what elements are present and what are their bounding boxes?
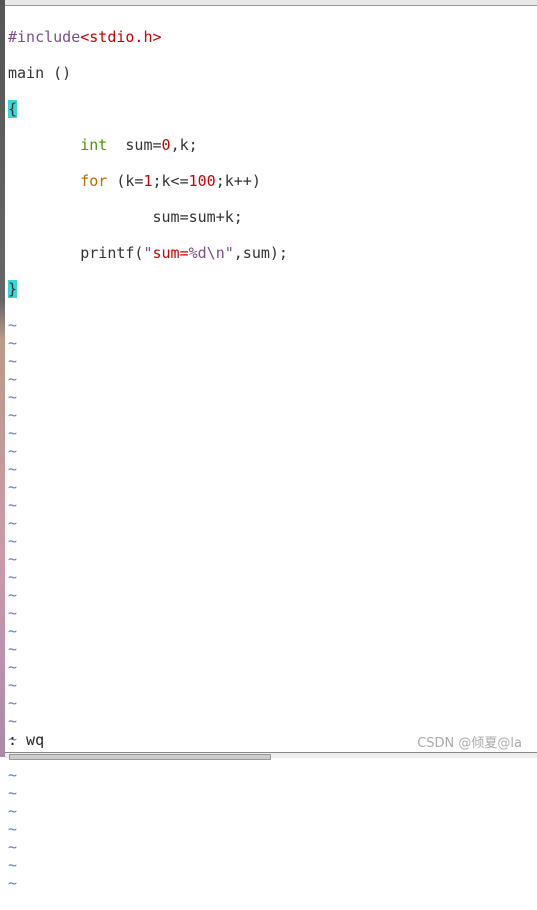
include-directive: #include	[8, 28, 81, 46]
number: 100	[188, 172, 216, 190]
empty-line-tilde: ~	[8, 658, 18, 676]
code-line-1: #include<stdio.h>	[8, 28, 288, 46]
quote: "	[143, 244, 153, 262]
number: 0	[161, 136, 171, 154]
empty-line-tilde: ~	[8, 334, 18, 352]
empty-line-tilde: ~	[8, 838, 18, 856]
code-line-7: printf("sum=%d\n",sum);	[8, 244, 288, 262]
empty-line-tilde: ~	[8, 406, 18, 424]
empty-line-tilde: ~	[8, 622, 18, 640]
string: sum=	[152, 244, 189, 262]
empty-line-tilde: ~	[8, 694, 18, 712]
code-text: ,k;	[170, 136, 198, 154]
empty-line-tilde: ~	[8, 550, 18, 568]
window-edge	[0, 0, 5, 757]
close-brace: }	[8, 280, 18, 298]
empty-line-tilde: ~	[8, 802, 18, 820]
number: 1	[143, 172, 153, 190]
empty-line-tilde: ~	[8, 730, 18, 748]
code-line-3: {	[8, 100, 288, 118]
command-line[interactable]: : wq	[8, 731, 44, 749]
code-text: (k=	[107, 172, 144, 190]
empty-line-tilde: ~	[8, 586, 18, 604]
format-specifier: %d\n	[188, 244, 225, 262]
include-header: <stdio.h>	[80, 28, 162, 46]
empty-line-tilde: ~	[8, 532, 18, 550]
horizontal-scrollbar[interactable]	[5, 752, 537, 760]
code-line-5: for (k=1;k<=100;k++)	[8, 172, 288, 190]
empty-line-tilde: ~	[8, 568, 18, 586]
code-text: ;k<=	[152, 172, 189, 190]
scrollbar-thumb[interactable]	[9, 754, 271, 760]
vim-editor[interactable]: #include<stdio.h> main () { int sum=0,k;…	[8, 10, 288, 910]
code-text: sum=	[107, 136, 162, 154]
empty-line-tilde: ~	[8, 388, 18, 406]
open-brace: {	[8, 100, 18, 118]
int-keyword: int	[80, 136, 108, 154]
quote: "	[224, 244, 234, 262]
empty-line-tilde: ~	[8, 316, 18, 334]
code-text: ;k++)	[215, 172, 261, 190]
code-text: printf(	[80, 244, 144, 262]
empty-line-tilde: ~	[8, 496, 18, 514]
empty-line-tilde: ~	[8, 820, 18, 838]
empty-line-tilde: ~	[8, 856, 18, 874]
main-decl: main ()	[8, 64, 72, 82]
empty-line-tilde: ~	[8, 604, 18, 622]
empty-line-tilde: ~	[8, 460, 18, 478]
code-line-6: sum=sum+k;	[8, 208, 288, 226]
empty-line-tilde: ~	[8, 442, 18, 460]
empty-line-tilde: ~	[8, 370, 18, 388]
watermark: CSDN @倾夏@la	[417, 736, 522, 751]
menu-bar	[5, 0, 537, 6]
empty-line-tilde: ~	[8, 712, 18, 730]
empty-line-tilde: ~	[8, 676, 18, 694]
empty-line-tilde: ~	[8, 352, 18, 370]
empty-line-tilde: ~	[8, 874, 18, 892]
empty-line-tilde: ~	[8, 478, 18, 496]
code-line-2: main ()	[8, 64, 288, 82]
code-text: sum=sum+k;	[152, 208, 243, 226]
code-line-4: int sum=0,k;	[8, 136, 288, 154]
code-line-8: }	[8, 280, 288, 298]
empty-line-tilde: ~	[8, 784, 18, 802]
for-keyword: for	[80, 172, 108, 190]
empty-line-tilde: ~	[8, 424, 18, 442]
empty-line-tilde: ~	[8, 766, 18, 784]
code-text: ,sum);	[233, 244, 288, 262]
empty-line-tilde: ~	[8, 514, 18, 532]
empty-line-tilde: ~	[8, 640, 18, 658]
